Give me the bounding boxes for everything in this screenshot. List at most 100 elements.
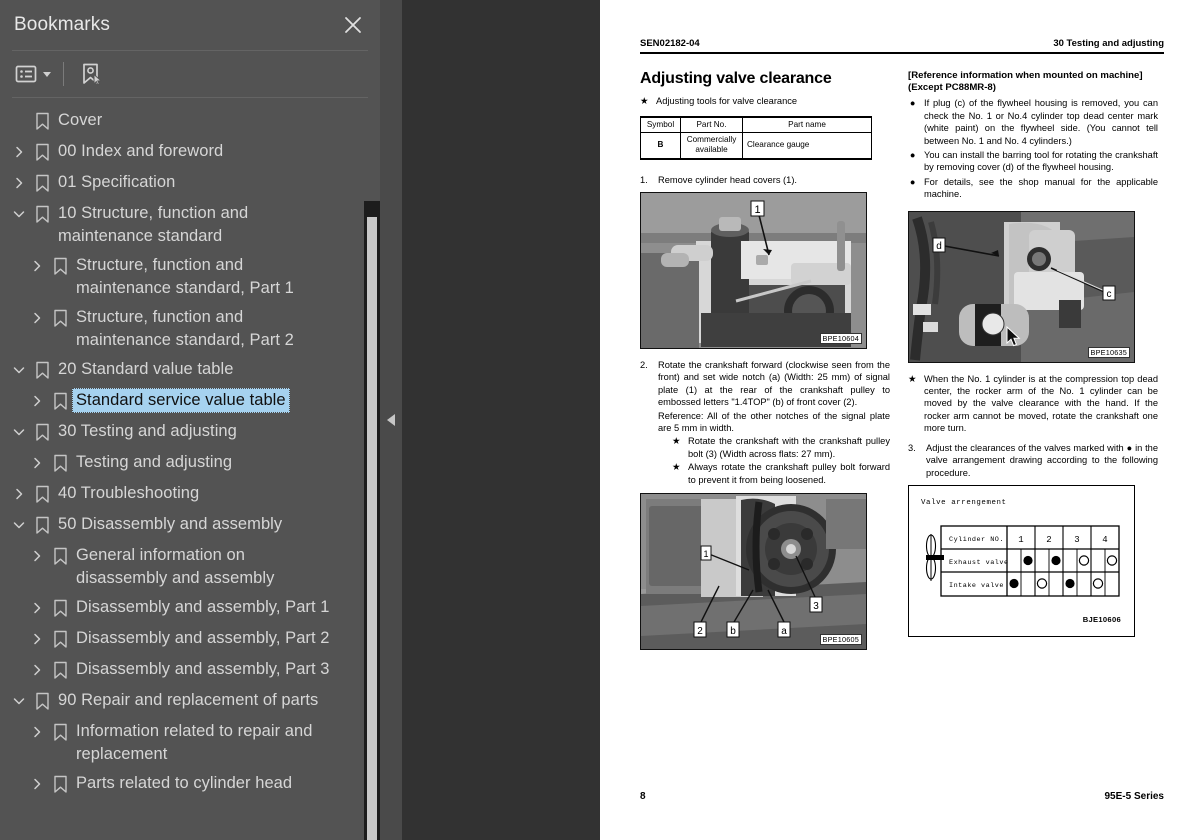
bookmark-item-label: General information on disassembly and a… [76, 546, 275, 587]
svg-text:d: d [936, 241, 942, 252]
bookmark-item[interactable]: Disassembly and assembly, Part 3 [0, 655, 364, 686]
table-row: B Commercially available Clearance gauge [640, 132, 872, 160]
bookmark-item-label: Disassembly and assembly, Part 2 [76, 629, 330, 647]
step-1: 1. Remove cylinder head covers (1). [640, 174, 890, 186]
list-options-icon[interactable] [12, 59, 53, 89]
bookmark-item[interactable]: 00 Index and foreword [0, 137, 364, 168]
bookmark-item[interactable]: General information on disassembly and a… [0, 541, 364, 593]
bookmark-item-label: Disassembly and assembly, Part 3 [76, 660, 330, 678]
bookmark-icon [30, 139, 54, 165]
page-header: SEN02182-04 30 Testing and adjusting [640, 38, 1164, 49]
bookmark-item[interactable]: 20 Standard value table [0, 355, 364, 386]
panel-collapse-handle[interactable] [380, 0, 402, 840]
step-1-number: 1. [640, 174, 648, 185]
step-2-text: Rotate the crankshaft forward (clockwise… [658, 359, 890, 408]
parts-table-header-partname: Part name [742, 116, 872, 133]
chevron-down-icon[interactable] [8, 419, 30, 445]
chevron-right-icon[interactable] [26, 719, 48, 745]
bookmark-item[interactable]: Structure, function and maintenance stan… [0, 251, 364, 303]
chevron-down-icon[interactable] [8, 357, 30, 383]
bookmark-item[interactable]: Structure, function and maintenance stan… [0, 303, 364, 355]
photo-flywheel-housing: c d BPE10635 [908, 210, 1135, 363]
new-bookmark-icon[interactable] [76, 59, 106, 89]
toolbar-separator [63, 62, 64, 86]
chevron-right-icon[interactable] [26, 771, 48, 797]
collapse-left-arrow-icon[interactable] [387, 414, 395, 426]
pdf-reader-window: Bookmarks Cover 00 Index and foreword 01… [0, 0, 1200, 840]
chevron-down-icon[interactable] [43, 71, 51, 77]
bookmark-icon [48, 305, 72, 331]
chevron-right-icon[interactable] [8, 170, 30, 196]
star-icon: ★ [640, 96, 649, 106]
svg-text:3: 3 [813, 601, 819, 612]
pdf-page: SEN02182-04 30 Testing and adjusting Adj… [600, 0, 1200, 840]
chevron-right-icon[interactable] [8, 139, 30, 165]
photo-caption: BPE10605 [819, 633, 862, 645]
bookmark-item-label: Standard service value table [72, 388, 290, 413]
bookmark-item[interactable]: 01 Specification [0, 168, 364, 199]
bookmark-item[interactable]: 10 Structure, function and maintenance s… [0, 199, 364, 251]
parts-table: Symbol Part No. Part name B Commercially… [640, 116, 872, 160]
chevron-down-icon[interactable] [8, 512, 30, 538]
bookmark-item[interactable]: Disassembly and assembly, Part 2 [0, 624, 364, 655]
star-icon: ★ [672, 462, 681, 473]
bullet-icon: ● [909, 98, 916, 109]
step-2-star-2: ★ Always rotate the crankshaft pulley bo… [672, 461, 890, 486]
reference-bullet-3: ● For details, see the shop manual for t… [908, 176, 1158, 201]
svg-text:2: 2 [1046, 535, 1051, 545]
bookmark-item[interactable]: 40 Troubleshooting [0, 479, 364, 510]
bookmark-item[interactable]: Testing and adjusting [0, 448, 364, 479]
parts-cell-partname: Clearance gauge [742, 132, 872, 160]
bookmark-icon [48, 657, 72, 683]
step-2-number: 2. [640, 359, 648, 370]
bookmark-icon [30, 201, 54, 227]
tools-star-text: Adjusting tools for valve clearance [656, 96, 798, 106]
bookmark-item-label: 40 Troubleshooting [58, 484, 200, 502]
chevron-right-icon[interactable] [26, 543, 48, 569]
chevron-right-icon[interactable] [26, 657, 48, 683]
chevron-right-icon[interactable] [26, 626, 48, 652]
bookmark-item-selected[interactable]: Standard service value table [0, 386, 364, 417]
photo-crankshaft-pulley: 1 2 b a 3 BPE10605 [640, 492, 867, 650]
bookmark-item-label: 90 Repair and replacement of parts [58, 691, 319, 709]
step-3: 3. Adjust the clearances of the valves m… [908, 442, 1158, 479]
chevron-right-icon[interactable] [8, 481, 30, 507]
photo-caption: BPE10635 [1087, 346, 1130, 358]
bookmark-item[interactable]: Parts related to cylinder head [0, 769, 364, 800]
sidebar-scrollbar-track[interactable] [364, 201, 380, 840]
close-icon[interactable] [340, 12, 366, 38]
bookmark-item[interactable]: Information related to repair and replac… [0, 717, 364, 769]
bookmark-item[interactable]: Cover [0, 106, 364, 137]
reference-bullet-3-text: For details, see the shop manual for the… [924, 176, 1158, 200]
step-2-reference-key: Reference: [658, 410, 704, 421]
bookmark-item[interactable]: Disassembly and assembly, Part 1 [0, 593, 364, 624]
step-2-star-2-text: Always rotate the crankshaft pulley bolt… [688, 462, 890, 485]
bookmarks-panel: Bookmarks Cover 00 Index and foreword 01… [0, 0, 402, 840]
bookmark-item[interactable]: 90 Repair and replacement of parts [0, 686, 364, 717]
photo-engine-head-covers: 1 BPE10604 [640, 191, 867, 349]
reference-bullet-1-text: If plug (c) of the flywheel housing is r… [924, 98, 1158, 146]
bookmark-item[interactable]: 30 Testing and adjusting [0, 417, 364, 448]
svg-text:3: 3 [1074, 535, 1079, 545]
chevron-right-icon[interactable] [26, 450, 48, 476]
valve-arrangement-figure: Valve arrengement Cylinder NO. Exhaust v… [908, 484, 1135, 637]
sidebar-scrollbar-thumb[interactable] [367, 217, 377, 840]
page-series: 95E-5 Series [1104, 791, 1165, 802]
bookmark-icon [48, 450, 72, 476]
bookmark-item-label: 30 Testing and adjusting [58, 422, 237, 440]
chevron-down-icon[interactable] [8, 201, 30, 227]
svg-text:Valve arrengement: Valve arrengement [921, 499, 1007, 507]
parts-cell-partno: Commercially available [680, 132, 743, 160]
svg-text:1: 1 [754, 204, 760, 216]
chevron-right-icon[interactable] [26, 388, 48, 414]
reference-bullet-1: ● If plug (c) of the flywheel housing is… [908, 97, 1158, 147]
bookmark-item[interactable]: 50 Disassembly and assembly [0, 510, 364, 541]
page-columns: Adjusting valve clearance ★ Adjusting to… [640, 70, 1164, 660]
chevron-right-icon[interactable] [26, 253, 48, 279]
chevron-right-icon[interactable] [26, 595, 48, 621]
chevron-right-icon[interactable] [26, 305, 48, 331]
svg-text:c: c [1107, 289, 1112, 300]
chevron-down-icon[interactable] [8, 688, 30, 714]
step-1-text: Remove cylinder head covers (1). [658, 174, 797, 185]
section-heading: Adjusting valve clearance [640, 70, 832, 87]
